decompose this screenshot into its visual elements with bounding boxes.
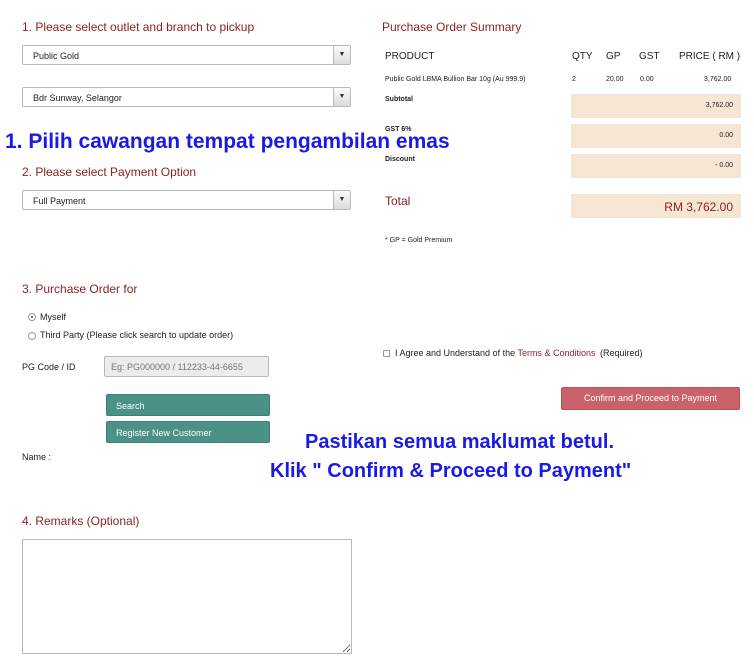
overlay-instruction-bottom-1: Pastikan semua maklumat betul. <box>305 431 615 453</box>
outlet-select-value: Public Gold <box>33 51 80 61</box>
remarks-textarea[interactable] <box>22 539 352 654</box>
gst-label: GST 6% <box>385 126 412 133</box>
row-qty: 2 <box>572 76 576 83</box>
gp-note: * GP = Gold Premium <box>385 237 453 244</box>
agree-suffix: (Required) <box>599 348 643 358</box>
payment-select[interactable]: Full Payment ▼ <box>22 190 351 210</box>
row-product: Public Gold LBMA Bullion Bar 10g (Au 999… <box>385 76 526 83</box>
summary-title: Purchase Order Summary <box>382 20 522 34</box>
total-field: RM 3,762.00 <box>571 194 741 218</box>
row-price: 3,762.00 <box>704 76 732 83</box>
payment-select-value: Full Payment <box>33 196 86 206</box>
remarks-section-title: 4. Remarks (Optional) <box>22 514 140 528</box>
purchase-for-section-title: 3. Purchase Order for <box>22 282 138 296</box>
pg-code-label: PG Code / ID <box>22 362 76 372</box>
branch-select[interactable]: Bdr Sunway, Selangor ▼ <box>22 87 351 107</box>
confirm-payment-button[interactable]: Confirm and Proceed to Payment <box>561 387 740 410</box>
name-label: Name : <box>22 452 52 462</box>
discount-label: Discount <box>385 156 415 163</box>
register-new-customer-button[interactable]: Register New Customer <box>106 421 270 443</box>
subtotal-label: Subtotal <box>385 96 413 103</box>
pickup-section-title: 1. Please select outlet and branch to pi… <box>22 20 255 34</box>
agree-checkbox[interactable] <box>383 350 390 357</box>
overlay-instruction-bottom-2: Klik " Confirm & Proceed to Payment" <box>270 460 632 482</box>
pg-code-input[interactable] <box>104 356 269 377</box>
payment-section-title: 2. Please select Payment Option <box>22 165 197 179</box>
branch-select-value: Bdr Sunway, Selangor <box>33 93 122 103</box>
discount-value: - 0.00 <box>715 162 733 169</box>
header-product: PRODUCT <box>385 51 435 62</box>
header-qty: QTY <box>572 51 593 62</box>
header-gst: GST <box>639 51 660 62</box>
row-gp: 20.00 <box>606 76 624 83</box>
row-gst: 0.00 <box>640 76 654 83</box>
search-button[interactable]: Search <box>106 394 270 416</box>
chevron-down-icon: ▼ <box>333 191 350 209</box>
chevron-down-icon: ▼ <box>333 46 350 64</box>
agree-prefix: I Agree and Understand of the <box>395 348 516 358</box>
discount-field: - 0.00 <box>571 154 741 178</box>
gst-value: 0.00 <box>719 132 733 139</box>
terms-link[interactable]: Terms & Conditions <box>517 348 595 358</box>
chevron-down-icon: ▼ <box>333 88 350 106</box>
radio-third-party-label: Third Party (Please click search to upda… <box>40 330 234 340</box>
subtotal-value: 3,762.00 <box>705 102 733 109</box>
radio-third-party[interactable] <box>28 332 36 340</box>
total-value: RM 3,762.00 <box>664 200 733 214</box>
overlay-instruction-top: 1. Pilih cawangan tempat pengambilan ema… <box>5 130 450 153</box>
header-gp: GP <box>606 51 621 62</box>
outlet-select[interactable]: Public Gold ▼ <box>22 45 351 65</box>
subtotal-field: 3,762.00 <box>571 94 741 118</box>
gst-field: 0.00 <box>571 124 741 148</box>
radio-myself[interactable] <box>28 313 36 321</box>
agree-text: I Agree and Understand of the Terms & Co… <box>395 348 643 358</box>
total-label: Total <box>385 194 411 208</box>
radio-myself-label: Myself <box>40 312 67 322</box>
header-price: PRICE ( RM ) <box>679 51 741 62</box>
